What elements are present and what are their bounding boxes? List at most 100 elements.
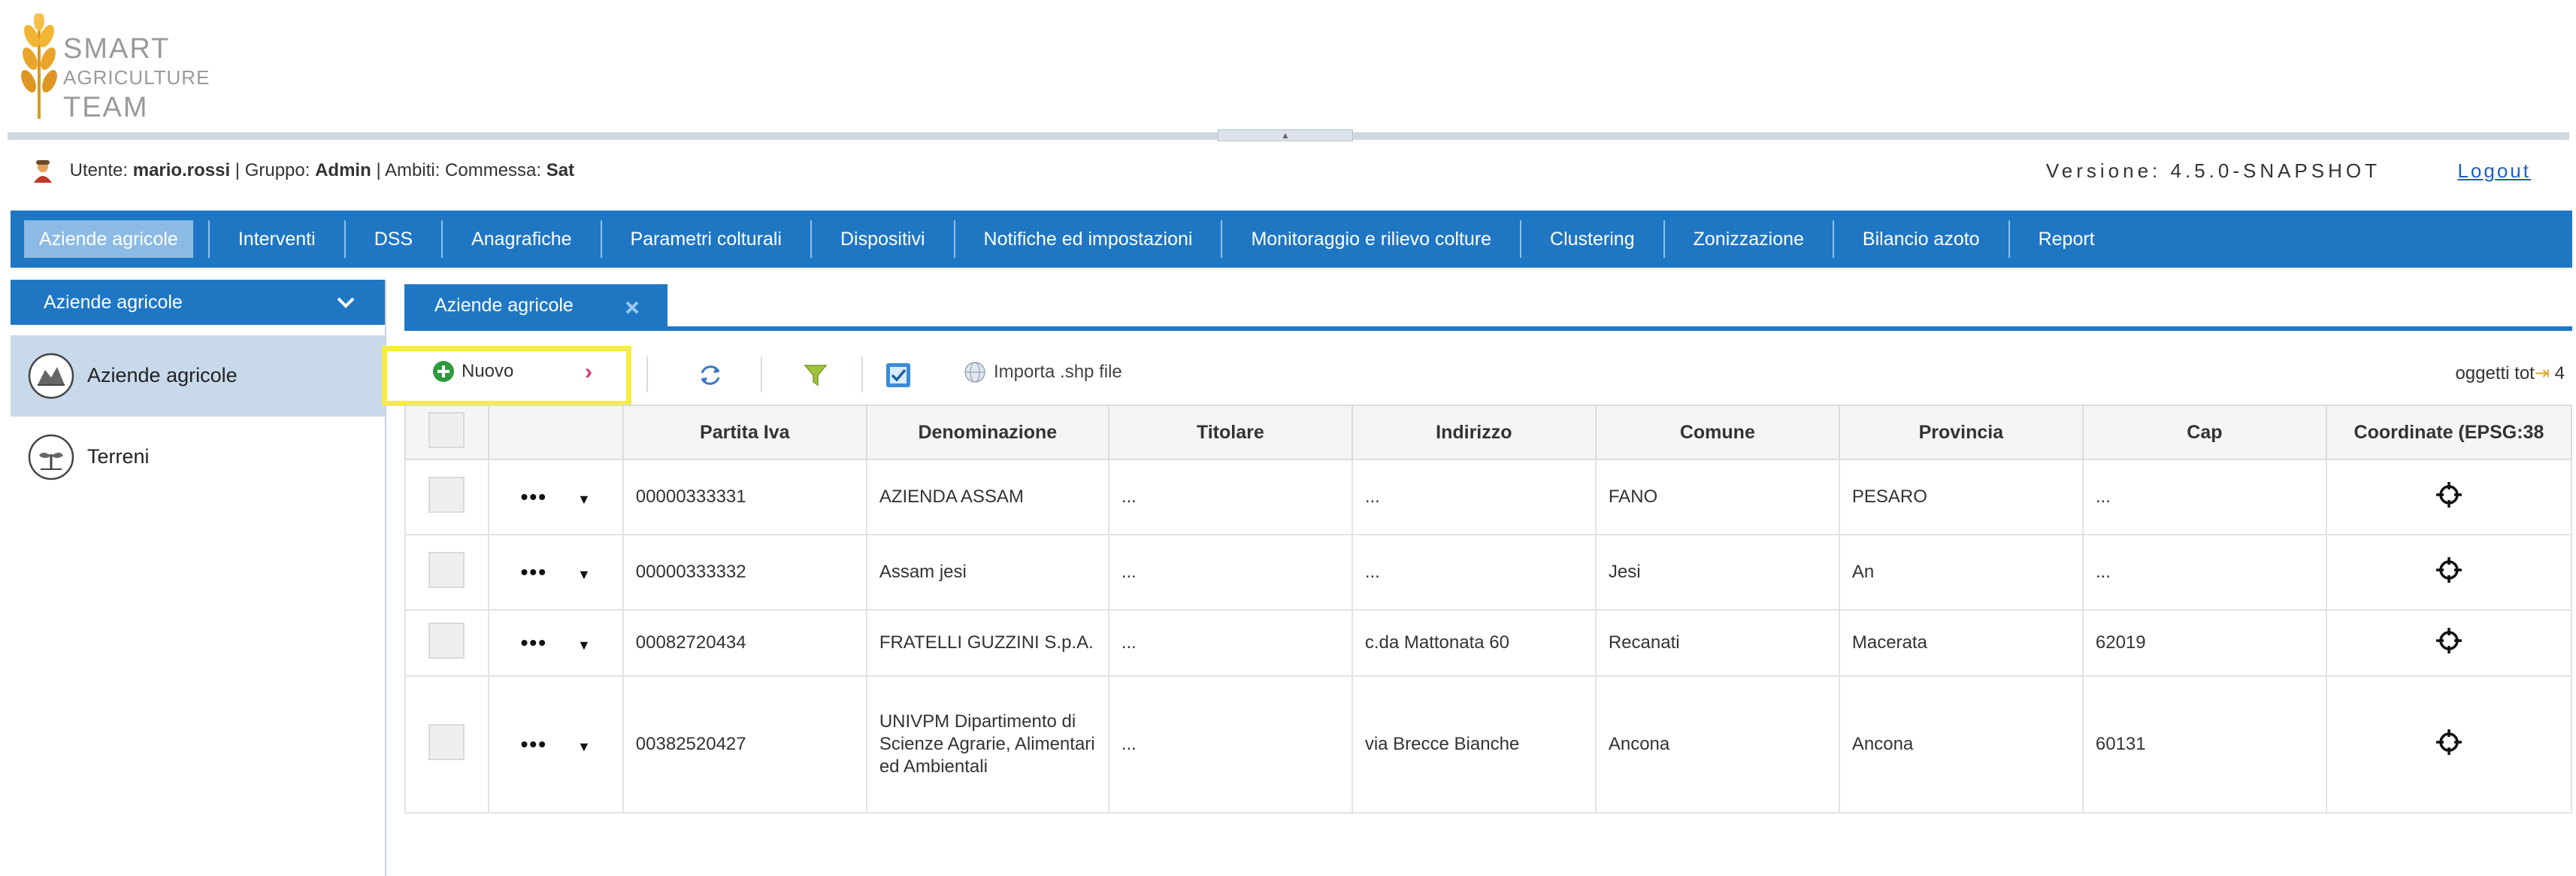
chevron-down-icon[interactable] <box>332 289 359 316</box>
row-select[interactable] <box>404 609 489 677</box>
row-actions[interactable]: ••• ▼ <box>487 534 624 611</box>
version-label: Versione: 4.5.0-SNAPSHOT <box>2045 159 2381 182</box>
cell-denominazione: UNIVPM Dipartimento di Scienze Agrarie, … <box>865 675 1109 814</box>
new-label: Nuovo <box>462 361 514 381</box>
caret-down-icon[interactable]: ▼ <box>577 567 591 582</box>
cell-piva: 00000333332 <box>622 534 867 611</box>
cell-indirizzo: c.da Mattonata 60 <box>1351 609 1597 677</box>
import-label: Importa .shp file <box>994 362 1122 382</box>
table-row[interactable]: ••• ▼ 00382520427 UNIVPM Dipartimento di … <box>404 675 2573 814</box>
header-select[interactable] <box>404 405 489 460</box>
crosshair-icon[interactable] <box>2434 480 2464 510</box>
row-actions[interactable]: ••• ▼ <box>487 459 624 535</box>
left-panel-header[interactable]: Aziende agricole <box>11 280 385 325</box>
close-icon[interactable] <box>622 298 642 317</box>
nav-notifiche[interactable]: Notifiche ed impostazioni <box>955 220 1223 258</box>
nav-interventi[interactable]: Interventi <box>207 220 346 258</box>
table-row[interactable]: ••• ▼ 00082720434 FRATELLI GUZZINI S.p.A.… <box>404 609 2573 677</box>
table-row[interactable]: ••• ▼ 00000333331 AZIENDA ASSAM ... ... F… <box>404 459 2573 535</box>
cell-indirizzo: ... <box>1351 459 1597 535</box>
cell-cap: 62019 <box>2081 609 2327 677</box>
caret-down-icon[interactable]: ▼ <box>577 638 591 653</box>
row-checkbox[interactable] <box>428 551 465 588</box>
nav-bilancio-azoto[interactable]: Bilancio azoto <box>1834 220 2010 258</box>
header-coordinate[interactable]: Coordinate (EPSG:38 <box>2325 405 2573 460</box>
import-shp-button[interactable]: Importa .shp file <box>964 361 1122 383</box>
cell-provincia: Ancona <box>1838 675 2084 814</box>
toolbar-separator <box>761 356 762 393</box>
header-partita-iva[interactable]: Partita Iva <box>622 405 867 460</box>
more-icon[interactable]: ••• <box>521 631 547 654</box>
crosshair-icon[interactable] <box>2434 626 2464 656</box>
nav-zonizzazione[interactable]: Zonizzazione <box>1665 220 1834 258</box>
crosshair-icon[interactable] <box>2434 555 2464 585</box>
row-checkbox[interactable] <box>428 476 465 513</box>
nav-dss[interactable]: DSS <box>346 220 443 258</box>
header-cap[interactable]: Cap <box>2081 405 2327 460</box>
tab-strip: Aziende agricole <box>404 280 2572 331</box>
collapse-header-handle[interactable]: ▲ <box>1218 129 1353 141</box>
cell-denominazione: Assam jesi <box>865 534 1109 611</box>
logout-link[interactable]: Logout <box>2457 154 2531 187</box>
row-select[interactable] <box>404 675 489 814</box>
logo-line-3: TEAM <box>63 92 149 123</box>
row-select[interactable] <box>404 459 489 535</box>
cell-comune: Recanati <box>1594 609 1840 677</box>
cell-coordinate[interactable] <box>2325 534 2573 611</box>
filter-icon[interactable] <box>801 361 830 390</box>
caret-down-icon[interactable]: ▼ <box>577 739 591 754</box>
nav-aziende-agricole[interactable]: Aziende agricole <box>24 220 193 258</box>
header-comune[interactable]: Comune <box>1594 405 1840 460</box>
more-icon[interactable]: ••• <box>521 560 547 583</box>
globe-icon <box>964 362 985 383</box>
toolbar-separator <box>646 356 648 393</box>
count-value: 4 <box>2554 363 2565 383</box>
user-name: mario.rossi <box>132 160 231 180</box>
nav-anagrafiche[interactable]: Anagrafiche <box>443 220 602 258</box>
row-actions[interactable]: ••• ▼ <box>487 609 624 677</box>
more-icon[interactable]: ••• <box>521 485 547 508</box>
cell-coordinate[interactable] <box>2325 675 2573 814</box>
nav-report[interactable]: Report <box>2010 220 2123 258</box>
header-titolare[interactable]: Titolare <box>1107 405 1353 460</box>
left-item-aziende-agricole[interactable]: Aziende agricole <box>11 335 385 417</box>
cell-denominazione: AZIENDA ASSAM <box>865 459 1109 535</box>
row-actions[interactable]: ••• ▼ <box>487 675 624 814</box>
header-provincia[interactable]: Provincia <box>1838 405 2084 460</box>
scope-name: Sat <box>546 160 575 180</box>
cell-coordinate[interactable] <box>2325 459 2573 535</box>
nav-parametri-colturali[interactable]: Parametri colturali <box>602 220 812 258</box>
cell-comune: FANO <box>1594 459 1840 535</box>
tab-aziende-agricole[interactable]: Aziende agricole <box>404 284 667 331</box>
cell-titolare: ... <box>1107 609 1353 677</box>
delete-button[interactable]: › <box>585 359 592 385</box>
nav-clustering[interactable]: Clustering <box>1521 220 1665 258</box>
refresh-icon[interactable] <box>696 361 725 390</box>
row-select[interactable] <box>404 534 489 611</box>
more-icon[interactable]: ••• <box>521 732 547 756</box>
nav-monitoraggio[interactable]: Monitoraggio e rilievo colture <box>1222 220 1522 258</box>
wheat-logo-icon <box>21 14 57 119</box>
cell-piva: 00082720434 <box>622 609 867 677</box>
row-checkbox[interactable] <box>428 723 465 760</box>
caret-down-icon[interactable]: ▼ <box>577 492 591 507</box>
new-button[interactable]: Nuovo <box>431 359 513 383</box>
header-indirizzo[interactable]: Indirizzo <box>1351 405 1597 460</box>
select-all-checkbox[interactable] <box>428 411 465 448</box>
cell-titolare: ... <box>1107 675 1353 814</box>
crosshair-icon[interactable] <box>2434 727 2464 757</box>
plant-icon <box>28 434 74 480</box>
row-checkbox[interactable] <box>428 622 465 659</box>
cell-coordinate[interactable] <box>2325 609 2573 677</box>
logo-line-1: SMART <box>63 33 171 65</box>
cell-piva: 00000333331 <box>622 459 867 535</box>
group-name: Admin <box>315 160 371 180</box>
table-row[interactable]: ••• ▼ 00000333332 Assam jesi ... ... Jesi… <box>404 534 2573 611</box>
cell-piva: 00382520427 <box>622 675 867 814</box>
left-item-terreni[interactable]: Terreni <box>11 417 385 498</box>
nav-dispositivi[interactable]: Dispositivi <box>812 220 955 258</box>
select-all-checkbox-icon[interactable] <box>884 361 913 390</box>
left-item-label: Aziende agricole <box>87 364 238 386</box>
scope-label: | Ambiti: Commessa: <box>376 160 542 180</box>
header-denominazione[interactable]: Denominazione <box>865 405 1109 460</box>
